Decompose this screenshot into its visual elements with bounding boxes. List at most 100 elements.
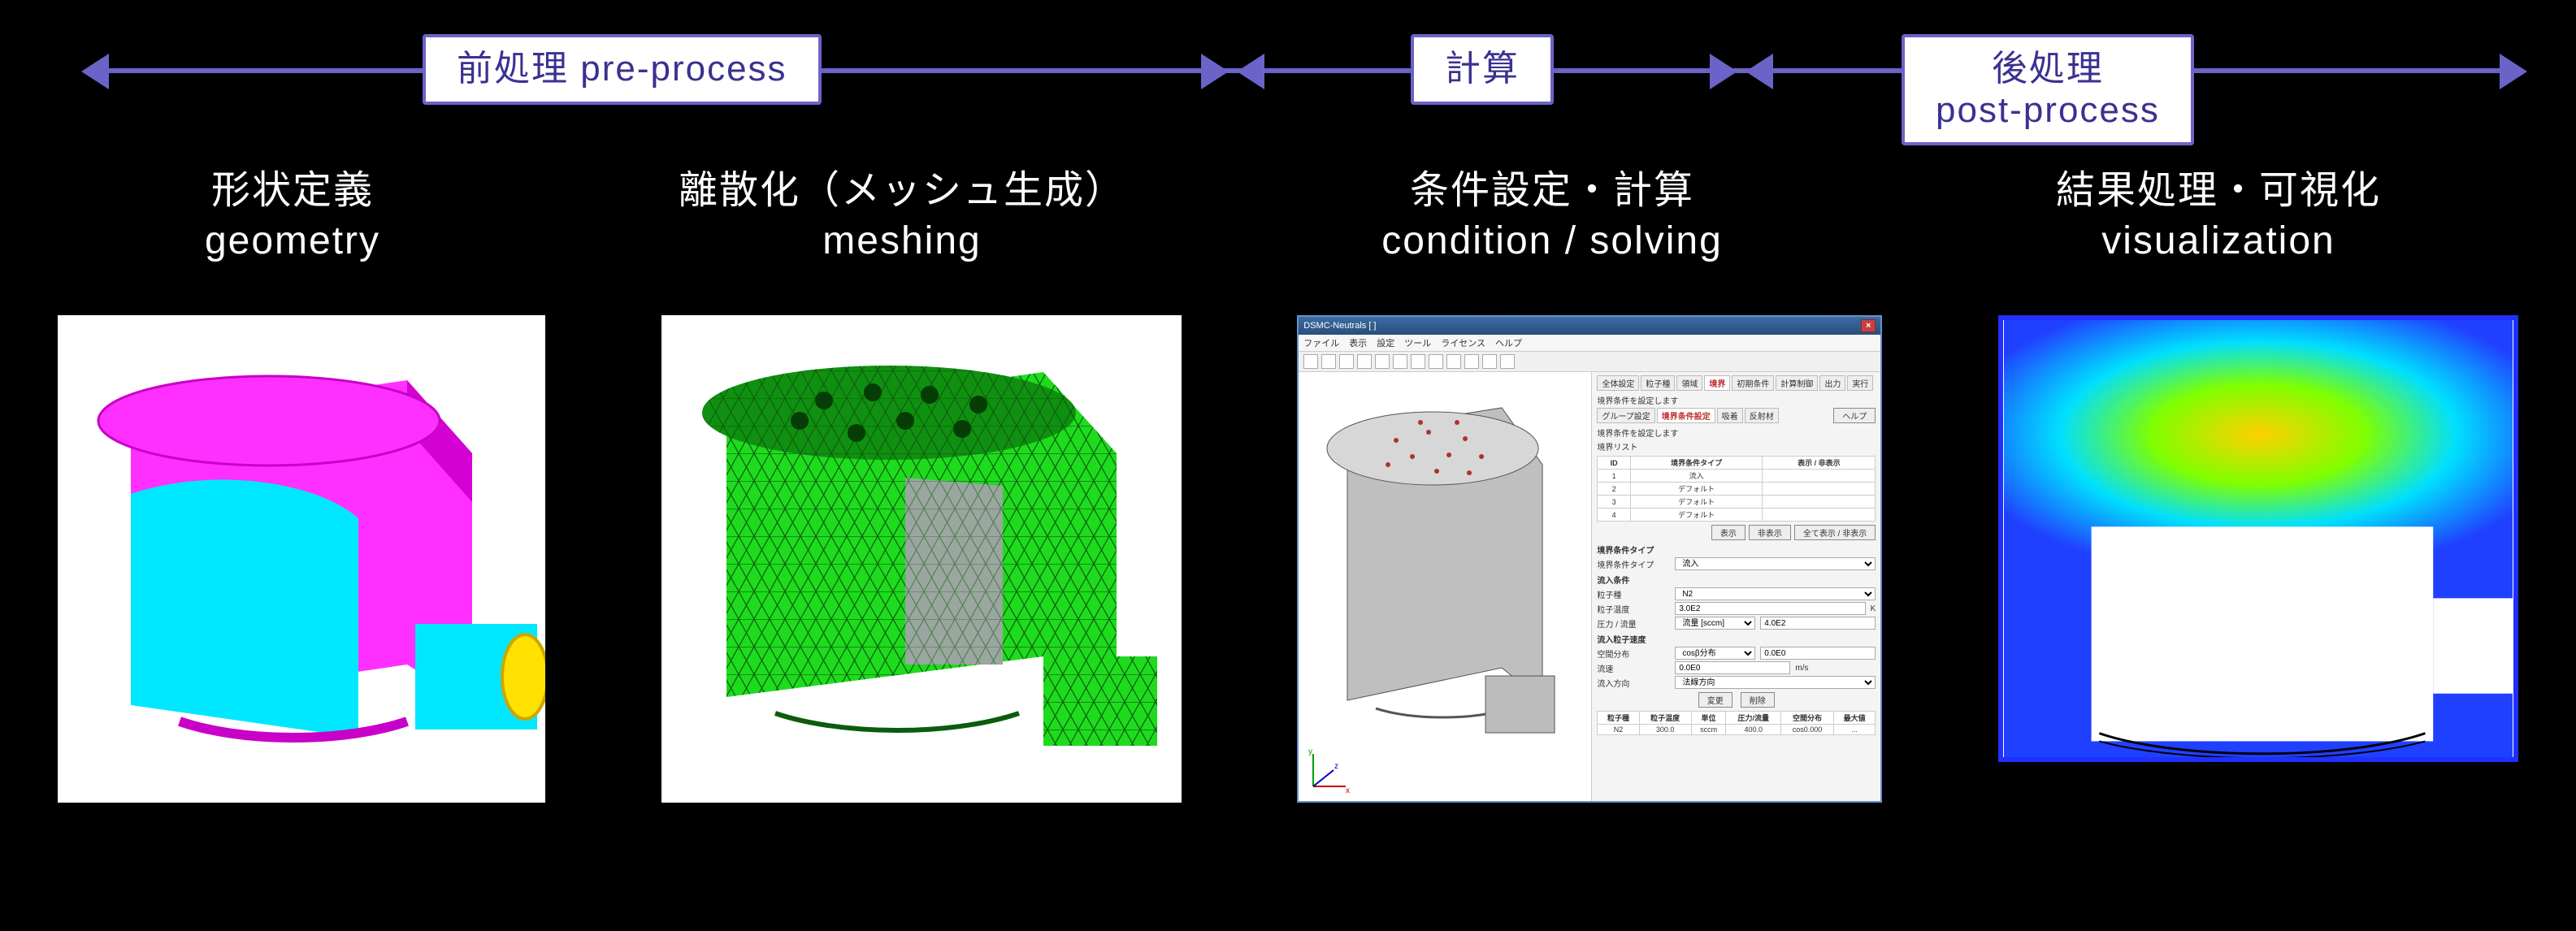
toolbar-button[interactable] — [1446, 354, 1461, 369]
apply-button[interactable]: 変更 — [1698, 692, 1733, 708]
menu-item[interactable]: ライセンス — [1441, 336, 1485, 349]
arrow-left-icon — [81, 54, 109, 89]
pressure-input[interactable] — [1760, 617, 1876, 630]
toolbar-button[interactable] — [1429, 354, 1443, 369]
toolbar-button[interactable] — [1357, 354, 1372, 369]
show-button[interactable]: 表示 — [1711, 525, 1746, 540]
table-row: N2 300.0 sccm 400.0 cos0.000 ... — [1598, 725, 1876, 735]
menu-item[interactable]: 設定 — [1377, 336, 1394, 349]
window-toolbar[interactable] — [1299, 352, 1880, 372]
dir-label: 流入方向 — [1597, 677, 1670, 689]
species-label: 粒子種 — [1597, 588, 1670, 600]
group-bctype: 境界条件タイプ — [1597, 543, 1876, 556]
subtab-reflect[interactable]: 反射材 — [1745, 408, 1779, 423]
menu-item[interactable]: ヘルプ — [1495, 336, 1522, 349]
temp-unit: K — [1871, 604, 1876, 613]
menu-item[interactable]: ファイル — [1303, 336, 1339, 349]
window-menubar[interactable]: ファイル 表示 設定 ツール ライセンス ヘルプ — [1299, 335, 1880, 352]
table-row[interactable]: 2 デフォルト — [1598, 483, 1876, 496]
window-title-text: DSMC-Neutrals [ ] — [1303, 321, 1376, 331]
axis-gizmo-icon: y x z — [1305, 746, 1354, 795]
figure-mesh — [661, 315, 1182, 803]
arrow-right-icon — [1710, 54, 1737, 89]
col-type: 境界条件タイプ — [1630, 457, 1762, 470]
dir-select[interactable]: 法線方向 — [1675, 676, 1876, 689]
subtab-adsorb[interactable]: 吸着 — [1717, 408, 1743, 423]
phase-postprocess: 後処理 post-process — [1902, 34, 2194, 145]
vel-label: 流速 — [1597, 662, 1670, 674]
col-vis: 表示 / 非表示 — [1763, 457, 1876, 470]
tab-control[interactable]: 計算制御 — [1776, 375, 1818, 391]
hide-button[interactable]: 非表示 — [1749, 525, 1791, 540]
subtab-bcset[interactable]: 境界条件設定 — [1657, 408, 1715, 423]
summary-table: 粒子種 粒子温度 単位 圧力/流量 空間分布 最大値 N2 300.0 sccm… — [1597, 711, 1876, 735]
dist-b-input[interactable] — [1675, 661, 1790, 674]
tab-output[interactable]: 出力 — [1819, 375, 1845, 391]
tab-initial[interactable]: 初期条件 — [1732, 375, 1774, 391]
species-select[interactable]: N2 — [1675, 587, 1876, 600]
stage-line2: geometry — [205, 219, 380, 262]
toolbar-button[interactable] — [1482, 354, 1497, 369]
phase-label-en: pre-process — [580, 49, 787, 89]
table-row[interactable]: 4 デフォルト — [1598, 509, 1876, 522]
temp-label: 粒子温度 — [1597, 603, 1670, 615]
phase-label-en: post-process — [1936, 90, 2160, 130]
top-tab-strip: 全体設定 粒子種 領域 境界 初期条件 計算制御 出力 実行 — [1597, 375, 1876, 391]
subtab-group[interactable]: グループ設定 — [1597, 408, 1654, 423]
tab-boundary[interactable]: 境界 — [1704, 375, 1730, 391]
dist-label: 空間分布 — [1597, 647, 1670, 660]
help-button[interactable]: ヘルプ — [1833, 408, 1876, 423]
svg-text:y: y — [1308, 747, 1312, 756]
toolbar-button[interactable] — [1393, 354, 1407, 369]
group-inflow: 流入条件 — [1597, 574, 1876, 586]
dist-a-input[interactable] — [1760, 647, 1876, 660]
figure-row: DSMC-Neutrals [ ] × ファイル 表示 設定 ツール ライセンス… — [0, 315, 2576, 803]
sub-tab-strip: グループ設定 境界条件設定 吸着 反射材 ヘルプ — [1597, 408, 1876, 423]
geometry-3d-icon — [58, 315, 545, 803]
stage-geometry: 形状定義 geometry — [0, 166, 585, 267]
bctype-select[interactable]: 流入 — [1675, 557, 1876, 570]
arrow-right-icon — [1201, 54, 1229, 89]
showall-button[interactable]: 全て表示 / 非表示 — [1794, 525, 1876, 540]
arrow-left-icon — [1746, 54, 1773, 89]
toolbar-button[interactable] — [1411, 354, 1425, 369]
toolbar-button[interactable] — [1321, 354, 1336, 369]
tab-species[interactable]: 粒子種 — [1641, 375, 1675, 391]
toolbar-button[interactable] — [1303, 354, 1318, 369]
stage-meshing: 離散化（メッシュ生成） meshing — [585, 166, 1219, 267]
temp-input[interactable] — [1675, 602, 1865, 615]
phase-calc: 計算 — [1411, 34, 1554, 105]
menu-item[interactable]: ツール — [1404, 336, 1431, 349]
tab-global[interactable]: 全体設定 — [1597, 375, 1639, 391]
phase-label: 計算 — [1445, 49, 1520, 89]
viewport-3d[interactable]: y x z — [1299, 372, 1591, 801]
dist-mode-select[interactable]: cosβ分布 — [1675, 647, 1755, 660]
window-titlebar[interactable]: DSMC-Neutrals [ ] × — [1299, 317, 1880, 335]
pressure-mode-select[interactable]: 流量 [sccm] — [1675, 617, 1755, 630]
list-label: 境界リスト — [1597, 440, 1876, 453]
stage-line2: meshing — [822, 219, 981, 262]
group-velocity: 流入粒子速度 — [1597, 633, 1876, 645]
boundary-list-table[interactable]: ID 境界条件タイプ 表示 / 非表示 1 流入 2 デフォルト — [1597, 456, 1876, 522]
svg-text:x: x — [1346, 786, 1350, 795]
bctype-label: 境界条件タイプ — [1597, 558, 1670, 570]
stage-line1: 結果処理・可視化 — [2056, 169, 2381, 212]
toolbar-button[interactable] — [1339, 354, 1354, 369]
toolbar-button[interactable] — [1500, 354, 1515, 369]
settings-panel: 全体設定 粒子種 領域 境界 初期条件 計算制御 出力 実行 境界条件を設定しま… — [1591, 372, 1880, 801]
arrow-left-icon — [1237, 54, 1264, 89]
svg-text:z: z — [1334, 762, 1338, 771]
contour-plot-icon — [2003, 320, 2513, 757]
delete-button[interactable]: 削除 — [1741, 692, 1775, 708]
table-row[interactable]: 1 流入 — [1598, 470, 1876, 483]
toolbar-button[interactable] — [1375, 354, 1390, 369]
menu-item[interactable]: 表示 — [1349, 336, 1367, 349]
stage-labels-row: 形状定義 geometry 離散化（メッシュ生成） meshing 条件設定・計… — [0, 166, 2576, 267]
toolbar-button[interactable] — [1464, 354, 1479, 369]
table-row[interactable]: 3 デフォルト — [1598, 496, 1876, 509]
tab-run[interactable]: 実行 — [1847, 375, 1873, 391]
vel-unit: m/s — [1795, 664, 1808, 673]
close-icon[interactable]: × — [1861, 319, 1876, 332]
tab-region[interactable]: 領域 — [1676, 375, 1702, 391]
workflow-phase-bar: 前処理 pre-process 計算 後処理 post-process — [98, 28, 2511, 125]
